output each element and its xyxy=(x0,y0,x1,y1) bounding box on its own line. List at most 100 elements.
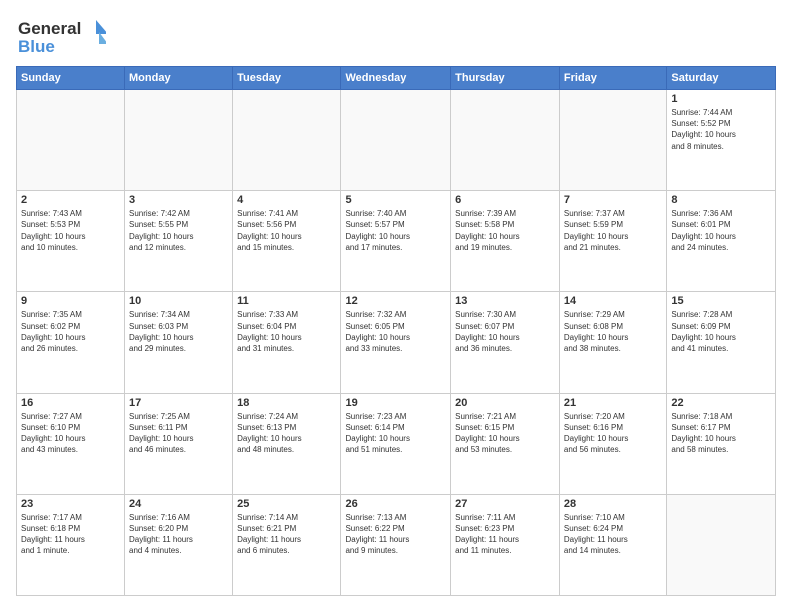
calendar-cell: 16 Sunrise: 7:27 AM Sunset: 6:10 PM Dayli… xyxy=(17,393,125,494)
calendar-cell: 11 Sunrise: 7:33 AM Sunset: 6:04 PM Dayli… xyxy=(233,292,341,393)
weekday-header: Wednesday xyxy=(341,67,451,90)
calendar-cell xyxy=(233,90,341,191)
calendar-week-row: 2 Sunrise: 7:43 AM Sunset: 5:53 PM Daylig… xyxy=(17,191,776,292)
calendar-cell: 25 Sunrise: 7:14 AM Sunset: 6:21 PM Dayli… xyxy=(233,494,341,595)
calendar-cell: 18 Sunrise: 7:24 AM Sunset: 6:13 PM Dayli… xyxy=(233,393,341,494)
calendar-week-row: 1 Sunrise: 7:44 AM Sunset: 5:52 PM Daylig… xyxy=(17,90,776,191)
day-info: Sunrise: 7:27 AM Sunset: 6:10 PM Dayligh… xyxy=(21,411,120,456)
logo-svg: General Blue xyxy=(16,16,106,58)
day-info: Sunrise: 7:33 AM Sunset: 6:04 PM Dayligh… xyxy=(237,309,336,354)
calendar-cell: 20 Sunrise: 7:21 AM Sunset: 6:15 PM Dayli… xyxy=(451,393,560,494)
day-number: 4 xyxy=(237,194,336,206)
day-info: Sunrise: 7:40 AM Sunset: 5:57 PM Dayligh… xyxy=(345,208,446,253)
calendar-cell: 3 Sunrise: 7:42 AM Sunset: 5:55 PM Daylig… xyxy=(125,191,233,292)
calendar-cell: 26 Sunrise: 7:13 AM Sunset: 6:22 PM Dayli… xyxy=(341,494,451,595)
day-number: 17 xyxy=(129,397,228,409)
weekday-header: Sunday xyxy=(17,67,125,90)
day-number: 23 xyxy=(21,498,120,510)
day-info: Sunrise: 7:29 AM Sunset: 6:08 PM Dayligh… xyxy=(564,309,662,354)
page: General Blue SundayMondayTuesdayWednesda… xyxy=(0,0,792,612)
day-number: 21 xyxy=(564,397,662,409)
day-info: Sunrise: 7:44 AM Sunset: 5:52 PM Dayligh… xyxy=(671,107,771,152)
day-info: Sunrise: 7:35 AM Sunset: 6:02 PM Dayligh… xyxy=(21,309,120,354)
day-info: Sunrise: 7:21 AM Sunset: 6:15 PM Dayligh… xyxy=(455,411,555,456)
day-number: 28 xyxy=(564,498,662,510)
day-info: Sunrise: 7:41 AM Sunset: 5:56 PM Dayligh… xyxy=(237,208,336,253)
calendar-cell: 1 Sunrise: 7:44 AM Sunset: 5:52 PM Daylig… xyxy=(667,90,776,191)
day-info: Sunrise: 7:25 AM Sunset: 6:11 PM Dayligh… xyxy=(129,411,228,456)
day-info: Sunrise: 7:18 AM Sunset: 6:17 PM Dayligh… xyxy=(671,411,771,456)
calendar-cell xyxy=(125,90,233,191)
calendar-cell xyxy=(559,90,666,191)
calendar-week-row: 9 Sunrise: 7:35 AM Sunset: 6:02 PM Daylig… xyxy=(17,292,776,393)
calendar-cell: 2 Sunrise: 7:43 AM Sunset: 5:53 PM Daylig… xyxy=(17,191,125,292)
calendar-table: SundayMondayTuesdayWednesdayThursdayFrid… xyxy=(16,66,776,596)
calendar-cell xyxy=(17,90,125,191)
weekday-header: Friday xyxy=(559,67,666,90)
calendar-cell: 15Sunrise: 7:28 AM Sunset: 6:09 PM Dayli… xyxy=(667,292,776,393)
day-number: 6 xyxy=(455,194,555,206)
calendar-cell: 13 Sunrise: 7:30 AM Sunset: 6:07 PM Dayli… xyxy=(451,292,560,393)
calendar-cell: 5 Sunrise: 7:40 AM Sunset: 5:57 PM Daylig… xyxy=(341,191,451,292)
logo: General Blue xyxy=(16,16,106,58)
day-number: 11 xyxy=(237,295,336,307)
calendar-cell: 28 Sunrise: 7:10 AM Sunset: 6:24 PM Dayli… xyxy=(559,494,666,595)
calendar-cell: 8 Sunrise: 7:36 AM Sunset: 6:01 PM Daylig… xyxy=(667,191,776,292)
weekday-header: Saturday xyxy=(667,67,776,90)
day-number: 5 xyxy=(345,194,446,206)
day-info: Sunrise: 7:16 AM Sunset: 6:20 PM Dayligh… xyxy=(129,512,228,557)
day-number: 3 xyxy=(129,194,228,206)
day-number: 10 xyxy=(129,295,228,307)
day-number: 25 xyxy=(237,498,336,510)
calendar-cell: 19Sunrise: 7:23 AM Sunset: 6:14 PM Dayli… xyxy=(341,393,451,494)
day-info: Sunrise: 7:30 AM Sunset: 6:07 PM Dayligh… xyxy=(455,309,555,354)
day-number: 8 xyxy=(671,194,771,206)
header: General Blue xyxy=(16,16,776,58)
day-info: Sunrise: 7:36 AM Sunset: 6:01 PM Dayligh… xyxy=(671,208,771,253)
day-number: 20 xyxy=(455,397,555,409)
calendar-week-row: 23 Sunrise: 7:17 AM Sunset: 6:18 PM Dayli… xyxy=(17,494,776,595)
calendar-cell: 22 Sunrise: 7:18 AM Sunset: 6:17 PM Dayli… xyxy=(667,393,776,494)
day-number: 1 xyxy=(671,93,771,105)
day-number: 9 xyxy=(21,295,120,307)
calendar-cell: 12Sunrise: 7:32 AM Sunset: 6:05 PM Dayli… xyxy=(341,292,451,393)
svg-text:General: General xyxy=(18,19,81,38)
calendar-cell xyxy=(667,494,776,595)
day-number: 22 xyxy=(671,397,771,409)
day-info: Sunrise: 7:39 AM Sunset: 5:58 PM Dayligh… xyxy=(455,208,555,253)
calendar-cell: 7Sunrise: 7:37 AM Sunset: 5:59 PM Daylig… xyxy=(559,191,666,292)
day-info: Sunrise: 7:13 AM Sunset: 6:22 PM Dayligh… xyxy=(345,512,446,557)
day-info: Sunrise: 7:43 AM Sunset: 5:53 PM Dayligh… xyxy=(21,208,120,253)
calendar-cell: 23 Sunrise: 7:17 AM Sunset: 6:18 PM Dayli… xyxy=(17,494,125,595)
day-info: Sunrise: 7:14 AM Sunset: 6:21 PM Dayligh… xyxy=(237,512,336,557)
weekday-header: Thursday xyxy=(451,67,560,90)
calendar-cell xyxy=(341,90,451,191)
calendar-cell xyxy=(451,90,560,191)
day-info: Sunrise: 7:34 AM Sunset: 6:03 PM Dayligh… xyxy=(129,309,228,354)
calendar-cell: 14Sunrise: 7:29 AM Sunset: 6:08 PM Dayli… xyxy=(559,292,666,393)
day-number: 16 xyxy=(21,397,120,409)
calendar-cell: 4 Sunrise: 7:41 AM Sunset: 5:56 PM Daylig… xyxy=(233,191,341,292)
calendar-cell: 24 Sunrise: 7:16 AM Sunset: 6:20 PM Dayli… xyxy=(125,494,233,595)
calendar-cell: 9 Sunrise: 7:35 AM Sunset: 6:02 PM Daylig… xyxy=(17,292,125,393)
day-info: Sunrise: 7:24 AM Sunset: 6:13 PM Dayligh… xyxy=(237,411,336,456)
day-number: 2 xyxy=(21,194,120,206)
weekday-header: Tuesday xyxy=(233,67,341,90)
calendar-cell: 27 Sunrise: 7:11 AM Sunset: 6:23 PM Dayli… xyxy=(451,494,560,595)
day-info: Sunrise: 7:11 AM Sunset: 6:23 PM Dayligh… xyxy=(455,512,555,557)
day-number: 24 xyxy=(129,498,228,510)
day-info: Sunrise: 7:10 AM Sunset: 6:24 PM Dayligh… xyxy=(564,512,662,557)
day-number: 15 xyxy=(671,295,771,307)
day-number: 12 xyxy=(345,295,446,307)
day-info: Sunrise: 7:17 AM Sunset: 6:18 PM Dayligh… xyxy=(21,512,120,557)
calendar-week-row: 16 Sunrise: 7:27 AM Sunset: 6:10 PM Dayli… xyxy=(17,393,776,494)
day-info: Sunrise: 7:42 AM Sunset: 5:55 PM Dayligh… xyxy=(129,208,228,253)
day-number: 27 xyxy=(455,498,555,510)
day-number: 26 xyxy=(345,498,446,510)
day-number: 7 xyxy=(564,194,662,206)
calendar-cell: 6 Sunrise: 7:39 AM Sunset: 5:58 PM Daylig… xyxy=(451,191,560,292)
header-row: SundayMondayTuesdayWednesdayThursdayFrid… xyxy=(17,67,776,90)
day-info: Sunrise: 7:23 AM Sunset: 6:14 PM Dayligh… xyxy=(345,411,446,456)
day-number: 18 xyxy=(237,397,336,409)
day-number: 13 xyxy=(455,295,555,307)
